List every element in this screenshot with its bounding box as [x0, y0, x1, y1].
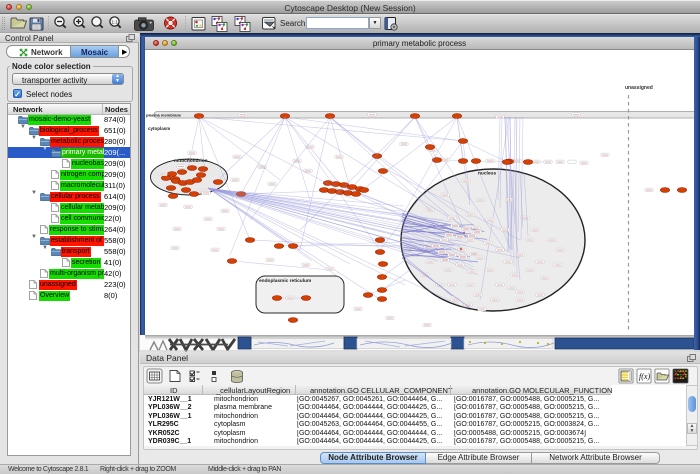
svg-text:endoplasmic reticulum: endoplasmic reticulum	[259, 278, 311, 284]
svg-text:unassigned: unassigned	[625, 85, 653, 91]
svg-text:1:1: 1:1	[112, 20, 119, 25]
svg-text:mitochondrion: mitochondrion	[174, 158, 208, 164]
svg-text:cytoplasm: cytoplasm	[148, 126, 170, 131]
svg-text:plasma membrane: plasma membrane	[146, 112, 182, 117]
svg-text:nucleus: nucleus	[478, 171, 496, 177]
svg-text:f(x): f(x)	[639, 372, 650, 381]
